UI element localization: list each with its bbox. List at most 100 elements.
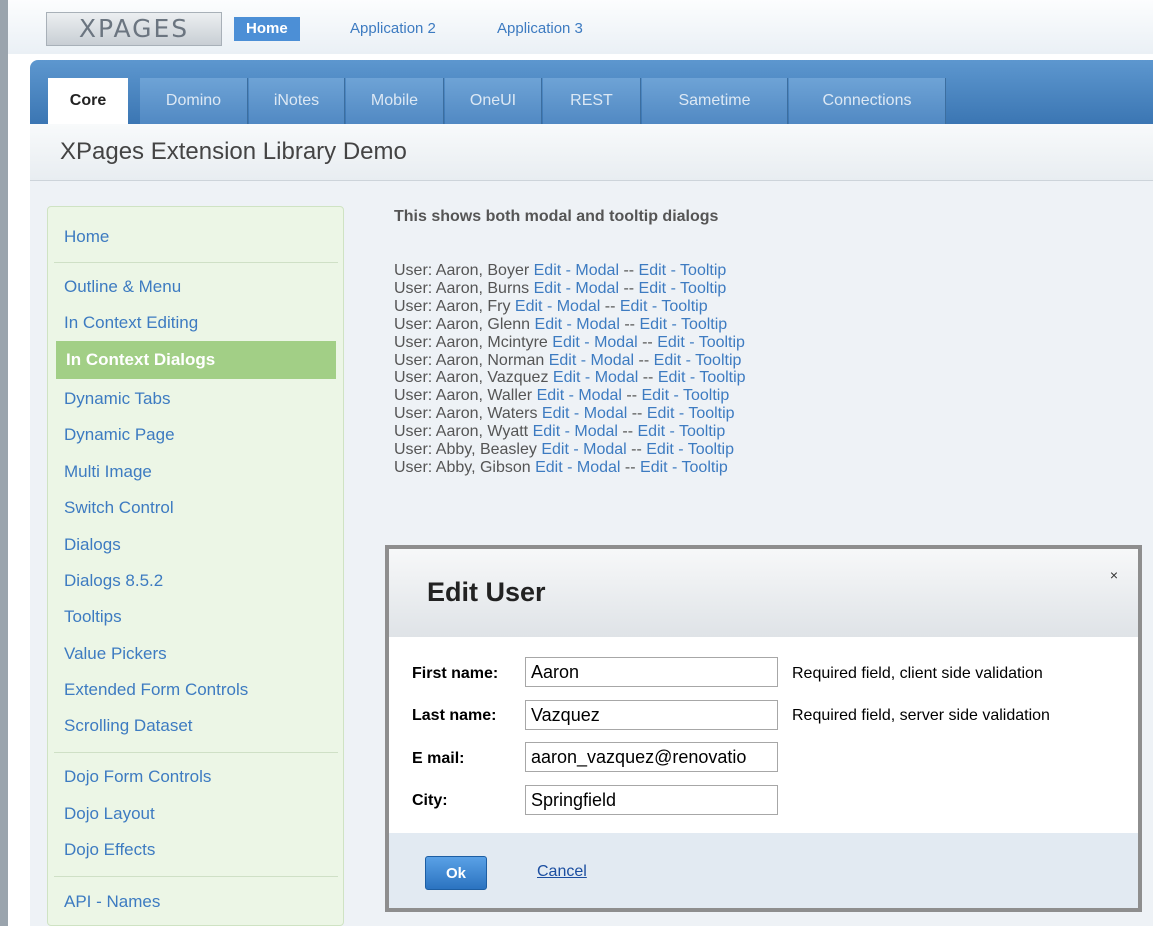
link-separator: --: [634, 351, 654, 369]
edit-tooltip-link[interactable]: Edit - Tooltip: [638, 423, 726, 440]
sidebar-item-dialogs-852[interactable]: Dialogs 8.5.2: [64, 569, 163, 593]
edit-modal-link[interactable]: Edit - Modal: [534, 262, 619, 279]
user-row: User: Aaron, Norman Edit - Modal -- Edit…: [394, 352, 741, 370]
first-name-field[interactable]: [525, 657, 778, 687]
edit-tooltip-link[interactable]: Edit - Tooltip: [639, 262, 727, 279]
edit-modal-link[interactable]: Edit - Modal: [535, 316, 620, 333]
tab-connections[interactable]: Connections: [789, 78, 946, 124]
user-name: User: Aaron, Vazquez: [394, 369, 553, 387]
tab-inotes[interactable]: iNotes: [249, 78, 345, 124]
tab-domino[interactable]: Domino: [140, 78, 248, 124]
tab-core[interactable]: Core: [48, 78, 128, 124]
edit-tooltip-link[interactable]: Edit - Tooltip: [658, 369, 746, 386]
page-title: XPages Extension Library Demo: [60, 138, 407, 165]
user-name: User: Aaron, Waller: [394, 387, 537, 405]
link-separator: --: [626, 441, 647, 458]
sidebar-item-outline-menu[interactable]: Outline & Menu: [64, 275, 181, 299]
edit-modal-link[interactable]: Edit - Modal: [537, 387, 622, 404]
sidebar-divider: [54, 876, 338, 877]
edit-modal-link[interactable]: Edit - Modal: [549, 352, 634, 369]
sidebar-item-tooltips[interactable]: Tooltips: [64, 605, 122, 629]
user-row: User: Aaron, Fry Edit - Modal -- Edit - …: [394, 298, 708, 316]
tab-oneui[interactable]: OneUI: [445, 78, 542, 124]
dialog-title: Edit User: [427, 577, 546, 607]
sidebar-item-dojo-effects[interactable]: Dojo Effects: [64, 838, 155, 862]
sidebar-item-dojo-form-controls[interactable]: Dojo Form Controls: [64, 765, 211, 789]
edit-modal-link[interactable]: Edit - Modal: [553, 369, 638, 386]
sidebar-item-dojo-layout[interactable]: Dojo Layout: [64, 802, 155, 826]
app-tab-application-2[interactable]: Application 2: [350, 18, 436, 40]
edit-modal-link[interactable]: Edit - Modal: [534, 280, 619, 297]
last-name-label: Last name:: [412, 707, 497, 724]
link-separator: --: [637, 333, 658, 351]
user-name: User: Abby, Beasley: [394, 441, 542, 458]
tab-mobile[interactable]: Mobile: [346, 78, 444, 124]
sidebar-item-dynamic-tabs[interactable]: Dynamic Tabs: [64, 387, 170, 411]
ok-button[interactable]: Ok: [425, 856, 487, 890]
tab-rest[interactable]: REST: [543, 78, 641, 124]
edit-tooltip-link[interactable]: Edit - Tooltip: [647, 405, 735, 422]
city-field[interactable]: [525, 785, 778, 815]
browser-frame: XPAGES Home Application 2 Application 3 …: [0, 0, 1153, 926]
link-separator: --: [617, 423, 638, 441]
user-name: User: Abby, Gibson: [394, 458, 536, 476]
sidebar-divider: [54, 262, 338, 263]
user-row: User: Aaron, Boyer Edit - Modal -- Edit …: [394, 262, 726, 280]
user-row: User: Abby, Gibson Edit - Modal -- Edit …: [394, 459, 728, 477]
user-row: User: Aaron, Vazquez Edit - Modal -- Edi…: [394, 369, 746, 387]
sidebar-item-scrolling-dataset[interactable]: Scrolling Dataset: [64, 714, 193, 738]
sidebar-item-multi-image[interactable]: Multi Image: [64, 460, 152, 484]
sidebar-item-dynamic-page[interactable]: Dynamic Page: [64, 423, 175, 447]
link-separator: --: [620, 458, 641, 476]
tab-sametime[interactable]: Sametime: [642, 78, 788, 124]
last-name-hint: Required field, server side validation: [792, 707, 1050, 724]
app-header: XPAGES Home Application 2 Application 3: [0, 0, 1153, 54]
edit-modal-link[interactable]: Edit - Modal: [535, 459, 620, 476]
app-tab-home[interactable]: Home: [234, 17, 300, 41]
last-name-field[interactable]: [525, 700, 778, 730]
dialog-footer: Ok Cancel: [389, 833, 1138, 908]
city-label: City:: [412, 792, 448, 809]
edit-modal-link[interactable]: Edit - Modal: [533, 423, 618, 440]
user-name: User: Aaron, Glenn: [394, 315, 535, 333]
user-name: User: Aaron, Wyatt: [394, 423, 533, 441]
edit-tooltip-link[interactable]: Edit - Tooltip: [639, 316, 727, 333]
sidebar-item-dialogs[interactable]: Dialogs: [64, 533, 121, 557]
user-row: User: Abby, Beasley Edit - Modal -- Edit…: [394, 441, 734, 459]
sidebar-item-api-names[interactable]: API - Names: [64, 890, 160, 914]
cancel-link[interactable]: Cancel: [537, 863, 587, 881]
email-field[interactable]: [525, 742, 778, 772]
sidebar-item-home[interactable]: Home: [64, 225, 109, 249]
edit-tooltip-link[interactable]: Edit - Tooltip: [657, 334, 745, 351]
sidebar-item-in-context-editing[interactable]: In Context Editing: [64, 311, 198, 335]
edit-modal-link[interactable]: Edit - Modal: [541, 441, 626, 458]
user-name: User: Aaron, Mcintyre: [394, 333, 553, 351]
sidebar-item-value-pickers[interactable]: Value Pickers: [64, 642, 167, 666]
edit-tooltip-link[interactable]: Edit - Tooltip: [654, 352, 742, 369]
user-name: User: Aaron, Fry: [394, 297, 515, 315]
edit-modal-link[interactable]: Edit - Modal: [542, 405, 627, 422]
app-tab-application-3[interactable]: Application 3: [497, 18, 583, 40]
edit-tooltip-link[interactable]: Edit - Tooltip: [639, 280, 727, 297]
sidebar-divider: [54, 752, 338, 753]
edit-tooltip-link[interactable]: Edit - Tooltip: [641, 387, 729, 404]
sidebar-item-in-context-dialogs[interactable]: In Context Dialogs: [56, 341, 336, 379]
email-label: E mail:: [412, 750, 465, 767]
link-separator: --: [619, 315, 640, 333]
sidebar-item-extended-form-controls[interactable]: Extended Form Controls: [64, 678, 248, 702]
edit-modal-link[interactable]: Edit - Modal: [552, 334, 637, 351]
page-title-band: XPages Extension Library Demo: [30, 124, 1153, 181]
first-name-hint: Required field, client side validation: [792, 665, 1043, 682]
edit-tooltip-link[interactable]: Edit - Tooltip: [620, 298, 708, 315]
edit-tooltip-link[interactable]: Edit - Tooltip: [646, 441, 734, 458]
xpages-logo: XPAGES: [46, 12, 222, 46]
first-name-label: First name:: [412, 665, 499, 682]
link-separator: --: [638, 369, 658, 387]
sidebar-item-switch-control[interactable]: Switch Control: [64, 496, 174, 520]
user-name: User: Aaron, Waters: [394, 405, 542, 423]
close-icon[interactable]: ×: [1110, 567, 1118, 583]
edit-tooltip-link[interactable]: Edit - Tooltip: [640, 459, 728, 476]
intro-heading: This shows both modal and tooltip dialog…: [394, 208, 719, 225]
edit-modal-link[interactable]: Edit - Modal: [515, 298, 600, 315]
link-separator: --: [621, 387, 642, 405]
